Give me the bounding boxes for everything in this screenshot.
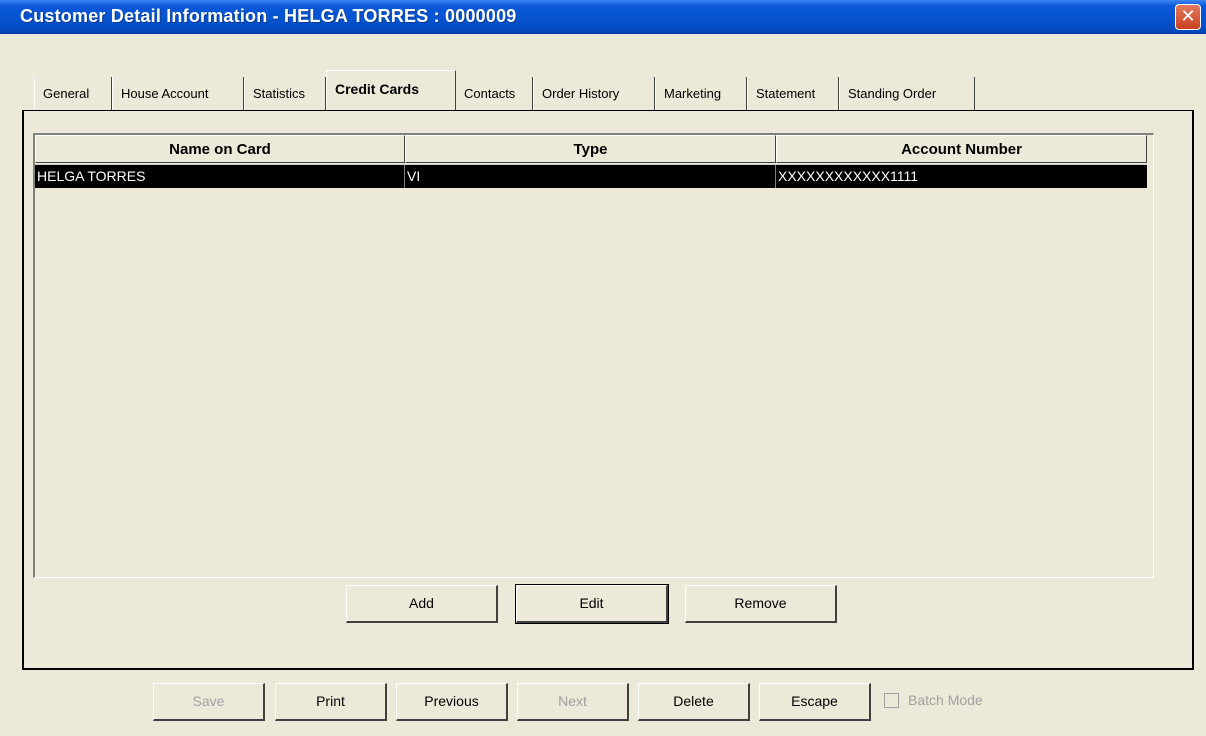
escape-button[interactable]: Escape <box>759 683 871 721</box>
title-bar[interactable]: Customer Detail Information - HELGA TORR… <box>0 0 1206 34</box>
cell-type: VI <box>405 165 776 188</box>
previous-button[interactable]: Previous <box>396 683 508 721</box>
column-header-name-on-card[interactable]: Name on Card <box>35 135 405 163</box>
add-button[interactable]: Add <box>346 585 498 623</box>
credit-card-grid[interactable]: Name on Card Type Account Number HELGA T… <box>33 133 1154 578</box>
close-icon[interactable]: ✕ <box>1175 4 1201 30</box>
tab-marketing[interactable]: Marketing <box>655 77 747 110</box>
window-title: Customer Detail Information - HELGA TORR… <box>20 6 517 26</box>
tab-credit-cards[interactable]: Credit Cards <box>326 70 456 110</box>
batch-mode-label: Batch Mode <box>908 692 983 708</box>
next-button[interactable]: Next <box>517 683 629 721</box>
cell-account-number: XXXXXXXXXXXX1111 <box>778 168 919 184</box>
batch-mode-checkbox[interactable] <box>884 693 899 708</box>
tab-standing-order[interactable]: Standing Order <box>839 77 975 110</box>
tab-general[interactable]: General <box>34 77 112 110</box>
tab-strip: General House Account Statistics Credit … <box>0 70 1206 110</box>
edit-button[interactable]: Edit <box>515 584 669 624</box>
column-header-account-number[interactable]: Account Number <box>776 135 1147 163</box>
cell-name-on-card: HELGA TORRES <box>35 165 405 188</box>
column-header-type[interactable]: Type <box>405 135 776 163</box>
tab-statistics[interactable]: Statistics <box>244 77 326 110</box>
customer-detail-window: Customer Detail Information - HELGA TORR… <box>0 0 1206 736</box>
print-button[interactable]: Print <box>275 683 387 721</box>
tab-order-history[interactable]: Order History <box>533 77 655 110</box>
tab-statement[interactable]: Statement <box>747 77 839 110</box>
tab-house-account[interactable]: House Account <box>112 77 244 110</box>
table-row[interactable]: HELGA TORRES VI XXXXXXXXXXXX1111 <box>35 164 1147 188</box>
remove-button[interactable]: Remove <box>685 585 837 623</box>
grid-header: Name on Card Type Account Number <box>35 135 1147 163</box>
tab-contacts[interactable]: Contacts <box>455 77 533 110</box>
delete-button[interactable]: Delete <box>638 683 750 721</box>
save-button[interactable]: Save <box>153 683 265 721</box>
